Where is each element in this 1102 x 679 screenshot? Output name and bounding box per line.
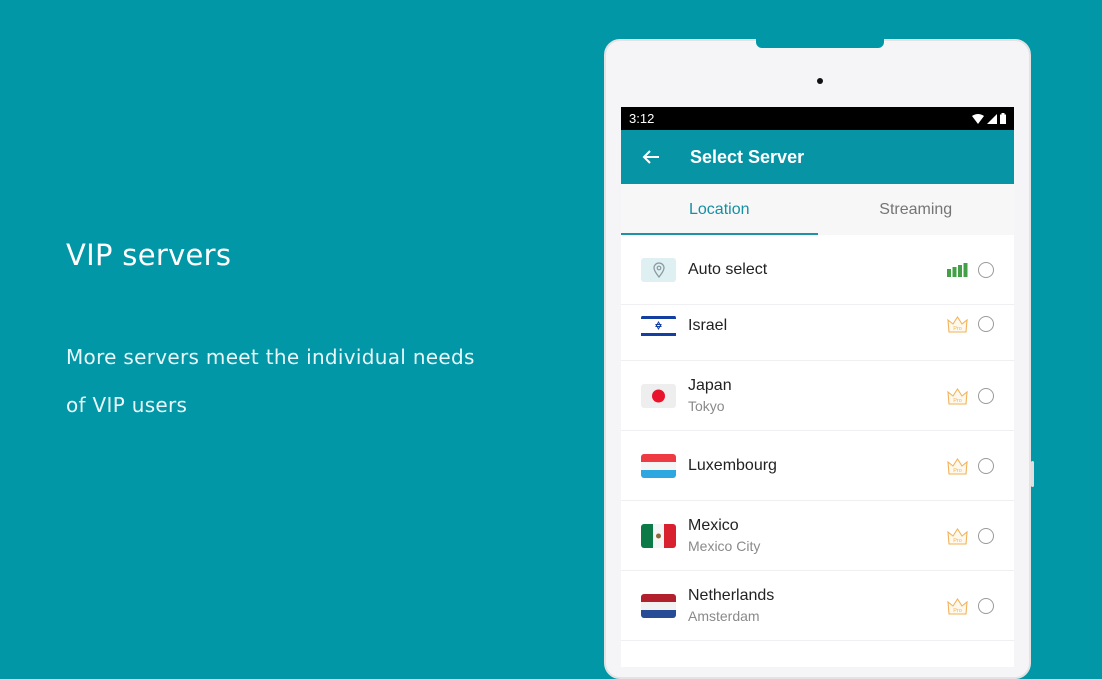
pro-crown-icon: Pro xyxy=(947,315,968,333)
server-row-auto-select[interactable]: Auto select xyxy=(621,235,1014,305)
server-name: Israel xyxy=(688,317,728,334)
pro-crown-icon: Pro xyxy=(947,457,968,475)
server-radio[interactable] xyxy=(978,387,994,404)
promo-description: More servers meet the individual needs o… xyxy=(66,345,475,417)
status-time: 3:12 xyxy=(629,111,655,126)
pro-crown-icon: Pro xyxy=(947,527,968,545)
netherlands-flag-icon xyxy=(641,593,676,618)
promo-title: VIP servers xyxy=(66,238,232,272)
svg-text:Pro: Pro xyxy=(953,608,962,614)
server-row-luxembourg[interactable]: Luxembourg Pro xyxy=(621,431,1014,501)
svg-text:Pro: Pro xyxy=(953,468,962,474)
server-row-japan[interactable]: Japan Tokyo Pro xyxy=(621,361,1014,431)
server-row-israel[interactable]: Israel Pro xyxy=(621,305,1014,361)
page-title: Select Server xyxy=(690,146,805,167)
svg-text:Pro: Pro xyxy=(953,398,962,404)
server-radio[interactable] xyxy=(978,316,994,332)
server-radio[interactable] xyxy=(978,261,994,278)
tab-location[interactable]: Location xyxy=(621,184,818,235)
tab-streaming[interactable]: Streaming xyxy=(818,184,1015,235)
camera-icon xyxy=(817,78,823,84)
mexico-flag-icon xyxy=(641,523,676,548)
server-city: Mexico City xyxy=(688,538,761,554)
tab-bar: Location Streaming xyxy=(621,184,1014,235)
server-name: Netherlands xyxy=(688,587,775,604)
server-row-mexico[interactable]: Mexico Mexico City Pro xyxy=(621,501,1014,571)
arrow-left-icon xyxy=(642,150,659,164)
server-name: Luxembourg xyxy=(688,456,777,474)
server-city: Amsterdam xyxy=(688,608,760,624)
svg-text:Pro: Pro xyxy=(953,326,962,332)
svg-text:Pro: Pro xyxy=(953,538,962,544)
server-name: Japan xyxy=(688,377,732,394)
wifi-icon xyxy=(972,113,984,124)
battery-icon xyxy=(1000,113,1006,124)
status-bar: 3:12 xyxy=(621,107,1014,130)
app-screen: 3:12 Select Server Location Streaming Au… xyxy=(621,107,1014,667)
cellular-signal-icon xyxy=(987,113,997,124)
israel-flag-icon xyxy=(641,315,676,339)
server-name: Auto select xyxy=(688,260,768,278)
server-radio[interactable] xyxy=(978,527,994,544)
server-list: Auto select Israel Pro Japan Tokyo Pro L… xyxy=(621,235,1014,641)
server-row-netherlands[interactable]: Netherlands Amsterdam Pro xyxy=(621,571,1014,641)
server-radio[interactable] xyxy=(978,457,994,474)
tablet-frame: 3:12 Select Server Location Streaming Au… xyxy=(604,39,1034,679)
signal-strength-icon xyxy=(947,262,968,277)
japan-flag-icon xyxy=(641,383,676,408)
side-button xyxy=(1031,461,1034,487)
pro-crown-icon: Pro xyxy=(947,387,968,405)
server-radio[interactable] xyxy=(978,597,994,614)
device-notch xyxy=(756,39,884,48)
server-name: Mexico xyxy=(688,517,739,534)
server-city: Tokyo xyxy=(688,398,725,414)
luxembourg-flag-icon xyxy=(641,453,676,478)
pro-crown-icon: Pro xyxy=(947,597,968,615)
status-icons xyxy=(972,113,1006,124)
app-bar: Select Server xyxy=(621,130,1014,184)
location-pin-icon xyxy=(641,257,676,282)
back-button[interactable] xyxy=(637,143,665,171)
